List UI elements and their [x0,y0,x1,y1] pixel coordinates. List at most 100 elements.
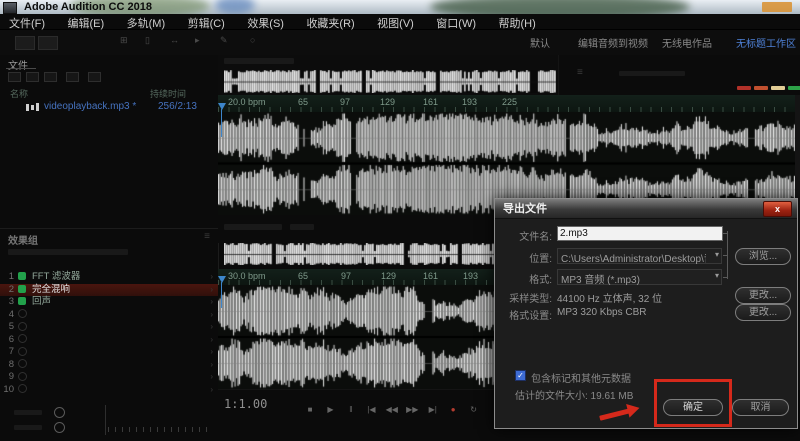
rack-power-icon[interactable] [54,422,65,433]
files-panel: 文件 名称 持续时间 videoplayback.mp3 * 256/2:13 [0,55,219,228]
toolbar: ⊞ ▯ ↔ ▸ ✎ ○ 默认 编辑音频到视频 无线电作品 无标题工作区 [0,30,800,56]
waveform-view-button[interactable] [15,36,35,50]
effect-slot[interactable]: 5› [0,321,218,334]
effect-power-toggle[interactable] [18,309,27,318]
skip-back-icon[interactable]: |◀ [363,405,379,414]
import-file-icon[interactable] [8,72,21,82]
effect-slot[interactable]: 4› [0,309,218,322]
effect-slot[interactable]: 7› [0,346,218,359]
slip-tool-icon[interactable]: ↔ [170,35,179,45]
rewind-icon[interactable]: ◀◀ [384,405,400,414]
chevron-down-icon: ▾ [715,250,719,259]
location-dropdown[interactable]: C:\Users\Administrator\Desktop\音频 ▾ [557,248,722,264]
play-icon[interactable]: ▶ [322,405,338,414]
levels-meter-panel: ≡ [558,55,800,95]
filename-input[interactable] [557,226,723,241]
effect-slot[interactable]: 9› [0,371,218,384]
estimated-size: 估计的文件大小: 19.61 MB [515,387,633,402]
bpm-label: 20.0 bpm [228,97,266,107]
effect-power-toggle[interactable] [18,322,27,331]
titlebar[interactable]: Adobe Audition CC 2018 [0,0,800,14]
app-icon [3,2,17,14]
mix-slider[interactable] [108,427,210,432]
dialog-titlebar[interactable]: 导出文件 [495,199,797,219]
ruler-tick: 129 [380,97,395,107]
skip-forward-icon[interactable]: ▶| [425,405,441,414]
chevron-right-icon: › [210,271,213,284]
record-icon[interactable]: ● [445,405,461,414]
playhead[interactable] [218,103,226,110]
ruler-tick: 225 [502,97,517,107]
pause-icon[interactable]: ‖ [343,405,359,414]
panel-menu-icon[interactable]: ≡ [577,67,583,78]
effect-slot[interactable]: 2完全混响› [0,284,218,297]
move-tool-icon[interactable]: ⊞ [120,35,128,46]
timeline-ruler[interactable]: 20.0 bpm 65 97 129 161 193 225 [218,95,795,113]
effect-power-toggle[interactable] [18,359,27,368]
effect-name: 回声 [32,296,51,307]
waveform-file-icon [36,103,39,111]
transport-buttons: ■ ▶ ‖ |◀ ◀◀ ▶▶ ▶| ● ↻ [302,399,482,417]
waveform-overview[interactable] [224,70,556,93]
effect-power-toggle[interactable] [18,334,27,343]
insert-multitrack-icon[interactable] [66,72,79,82]
file-row[interactable]: videoplayback.mp3 * 256/2:13 [0,101,218,114]
meter-segment-orange [754,86,768,90]
divider [105,405,106,435]
multitrack-view-button[interactable] [38,36,58,50]
file-name: videoplayback.mp3 * [44,101,136,112]
effect-slot[interactable]: 3回声› [0,296,218,309]
chevron-right-icon: › [210,334,213,347]
ruler-tick: 65 [298,97,308,107]
new-file-icon[interactable] [44,72,57,82]
chevron-right-icon: › [210,321,213,334]
effect-power-toggle[interactable] [18,347,27,356]
selection-tool-icon[interactable]: ▸ [195,35,200,46]
effect-slot[interactable]: 1FFT 滤波器› [0,271,218,284]
fast-forward-icon[interactable]: ▶▶ [404,405,420,414]
files-col-name[interactable]: 名称 [10,87,28,100]
playhead[interactable] [218,276,226,283]
spot-heal-icon[interactable]: ✎ [220,35,228,46]
ruler-tick: 97 [340,97,350,107]
include-metadata-checkbox[interactable]: ✓ [515,370,526,381]
stop-icon[interactable]: ■ [302,405,318,414]
razor-tool-icon[interactable]: ▯ [145,35,150,46]
effect-slot[interactable]: 8› [0,359,218,372]
loop-icon[interactable]: ↻ [466,405,482,414]
zoom-tool-icon[interactable]: ○ [250,35,255,45]
panel-menu-icon[interactable]: ≡ [204,231,210,242]
effect-power-toggle[interactable] [18,297,26,305]
format-dropdown[interactable]: MP3 音频 (*.mp3) ▾ [557,269,722,285]
editor1-header-placeholder [224,58,294,64]
effect-power-toggle[interactable] [18,372,27,381]
chevron-right-icon: › [210,359,213,372]
editor2-tab-placeholder [224,224,282,230]
change-format-button[interactable]: 更改... [735,304,791,321]
browse-button[interactable]: 浏览... [735,248,791,265]
sample-type-label: 采样类型: [495,290,552,305]
workspace-tab-radio[interactable]: 无线电作品 [662,35,712,50]
sample-type-value: 44100 Hz 立体声, 32 位 [557,290,662,305]
files-tab-underline [6,68,36,69]
close-file-icon[interactable] [88,72,101,82]
format-settings-label: 格式设置: [495,307,552,322]
change-sample-button[interactable]: 更改... [735,287,791,304]
effect-power-toggle[interactable] [18,285,26,293]
workspace-tab-untitled[interactable]: 无标题工作区 [736,35,796,50]
files-panel-tab[interactable]: 文件 [8,57,28,72]
effect-power-toggle[interactable] [18,272,26,280]
bracket-tick [723,233,727,234]
close-icon[interactable]: x [763,201,792,217]
effect-power-toggle[interactable] [18,384,27,393]
files-col-duration[interactable]: 持续时间 [150,87,186,100]
workspace-tab-edit-audio-video[interactable]: 编辑音频到视频 [578,35,648,50]
cancel-button[interactable]: 取消 [732,399,789,416]
effect-slot[interactable]: 10› [0,384,218,397]
rack-power-icon[interactable] [54,407,65,418]
open-file-icon[interactable] [26,72,39,82]
playhead-line [221,109,222,137]
effect-slot[interactable]: 6› [0,334,218,347]
field-group-bracket [727,231,728,279]
workspace-tab-default[interactable]: 默认 [530,35,550,50]
